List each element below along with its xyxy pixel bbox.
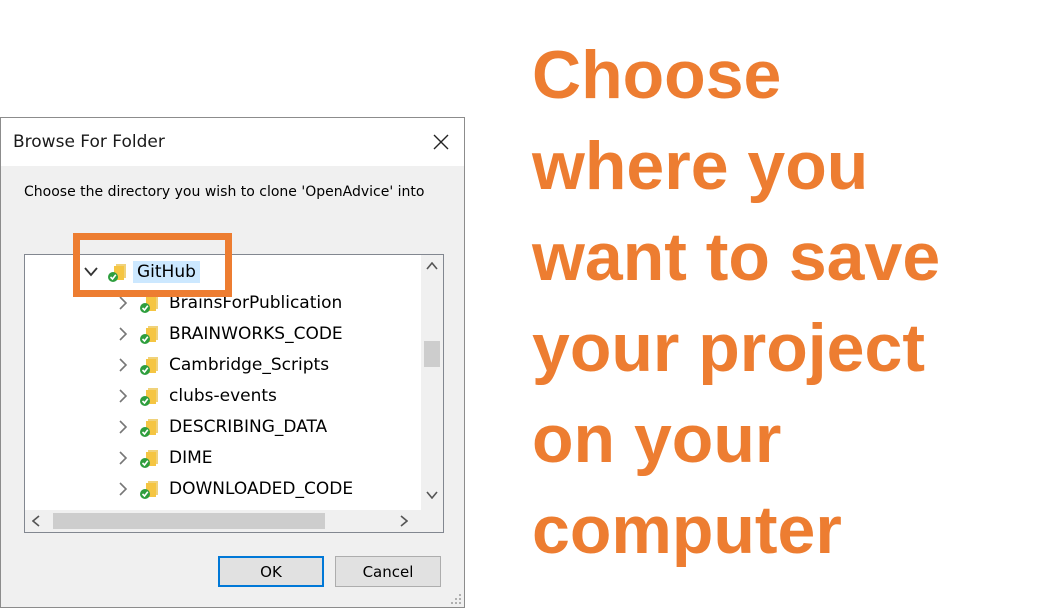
resize-grip-icon[interactable] <box>450 593 462 605</box>
dialog-title: Browse For Folder <box>13 132 165 152</box>
tree-item-label: DIME <box>169 448 213 468</box>
caption-line: computer <box>532 492 842 568</box>
instruction-caption: Choose where you want to save your proje… <box>532 30 1052 576</box>
folder-icon <box>139 354 161 376</box>
dialog-titlebar: Browse For Folder <box>1 118 464 166</box>
caption-line: want to save <box>532 219 941 295</box>
folder-icon <box>139 478 161 500</box>
tree-item[interactable]: DESCRIBING_DATA <box>115 413 327 441</box>
close-button[interactable] <box>424 126 458 158</box>
caption-line: on your <box>532 401 782 477</box>
tree-item[interactable]: clubs-events <box>115 382 277 410</box>
horizontal-scroll-thumb[interactable] <box>53 513 325 529</box>
browse-for-folder-dialog: Browse For Folder Choose the directory y… <box>0 117 465 608</box>
scrollbar-corner <box>421 510 443 532</box>
tree-item-label: Cambridge_Scripts <box>169 355 330 375</box>
cancel-button[interactable]: Cancel <box>335 556 441 587</box>
tree-item[interactable]: BRAINWORKS_CODE <box>115 320 343 348</box>
folder-icon <box>139 323 161 345</box>
caption-line: Choose <box>532 37 782 113</box>
highlight-box <box>73 233 232 297</box>
chevron-right-icon[interactable] <box>115 326 131 342</box>
tree-item[interactable]: Cambridge_Scripts <box>115 351 329 379</box>
chevron-right-icon[interactable] <box>115 295 131 311</box>
scroll-up-arrow-icon[interactable] <box>421 255 443 277</box>
horizontal-scrollbar[interactable] <box>25 510 421 532</box>
tree-item-label: clubs-events <box>169 386 277 406</box>
folder-icon <box>139 385 161 407</box>
scroll-down-arrow-icon[interactable] <box>421 484 443 506</box>
dialog-instruction: Choose the directory you wish to clone '… <box>24 184 425 200</box>
chevron-right-icon[interactable] <box>115 481 131 497</box>
chevron-right-icon[interactable] <box>115 357 131 373</box>
chevron-right-icon[interactable] <box>115 388 131 404</box>
vertical-scroll-thumb[interactable] <box>424 341 440 367</box>
vertical-scrollbar[interactable] <box>421 255 443 512</box>
tree-item[interactable]: DOWNLOADED_CODE <box>115 475 353 503</box>
scroll-left-arrow-icon[interactable] <box>25 510 47 532</box>
folder-icon <box>139 416 161 438</box>
caption-line: your project <box>532 310 925 386</box>
tree-item[interactable]: DIME <box>115 444 213 472</box>
caption-line: where you <box>532 128 869 204</box>
ok-button[interactable]: OK <box>218 556 324 587</box>
chevron-right-icon[interactable] <box>115 450 131 466</box>
folder-icon <box>139 447 161 469</box>
tree-item-label: DOWNLOADED_CODE <box>169 479 354 499</box>
chevron-right-icon[interactable] <box>115 419 131 435</box>
scroll-right-arrow-icon[interactable] <box>393 510 415 532</box>
tree-item-label: DESCRIBING_DATA <box>169 417 328 437</box>
tree-item-label: BRAINWORKS_CODE <box>169 324 343 344</box>
close-icon <box>433 134 449 150</box>
